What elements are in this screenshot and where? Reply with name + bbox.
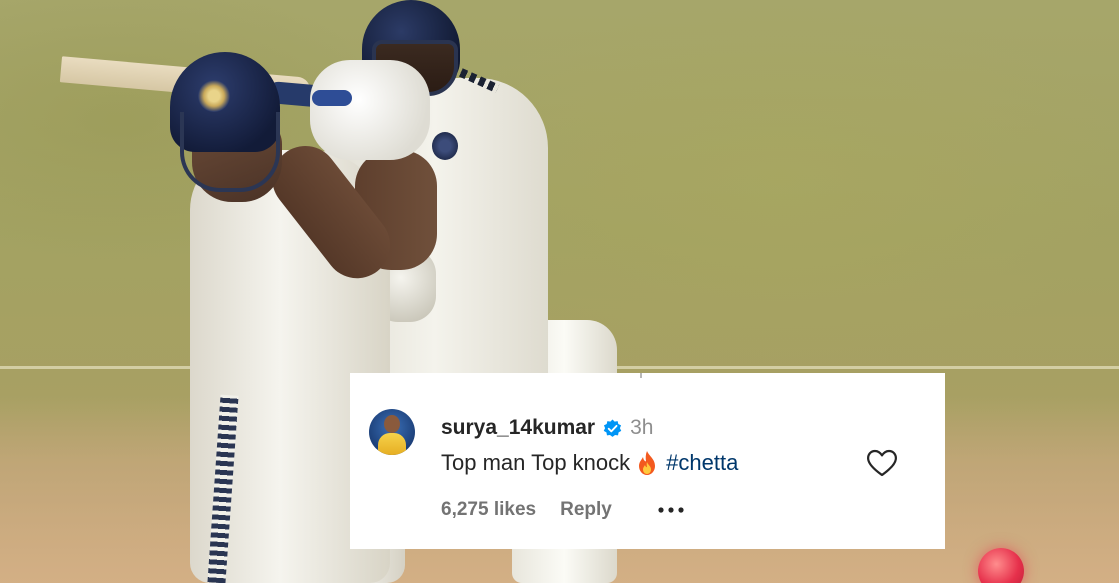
verified-badge-icon (603, 418, 622, 438)
username-link[interactable]: surya_14kumar (441, 416, 595, 440)
reply-button[interactable]: Reply (560, 499, 612, 521)
avatar[interactable] (369, 409, 415, 455)
comment-body: Top man Top knock (441, 450, 631, 475)
heart-icon[interactable] (866, 449, 898, 477)
card-divider-mark (640, 373, 642, 378)
likes-count[interactable]: 6,275 likes (441, 499, 536, 521)
batter-helmet-grill (180, 112, 280, 192)
batting-glove-band (312, 90, 352, 106)
wicketkeeper-badge (432, 132, 458, 160)
avatar-body (378, 433, 406, 455)
hashtag-link[interactable]: #chetta (666, 450, 738, 476)
comment-card: surya_14kumar 3h Top man Top knock #chet… (350, 373, 945, 549)
avatar-head (384, 415, 400, 433)
batter-helmet-badge (198, 80, 230, 112)
comment-meta: 6,275 likes Reply (441, 498, 686, 522)
comment-header: surya_14kumar 3h (441, 416, 653, 440)
batting-gloves (310, 60, 430, 160)
more-options-icon[interactable] (656, 505, 686, 515)
fire-icon (637, 451, 657, 475)
comment-timestamp: 3h (630, 416, 654, 439)
comment-text: Top man Top knock #chetta (441, 450, 738, 476)
